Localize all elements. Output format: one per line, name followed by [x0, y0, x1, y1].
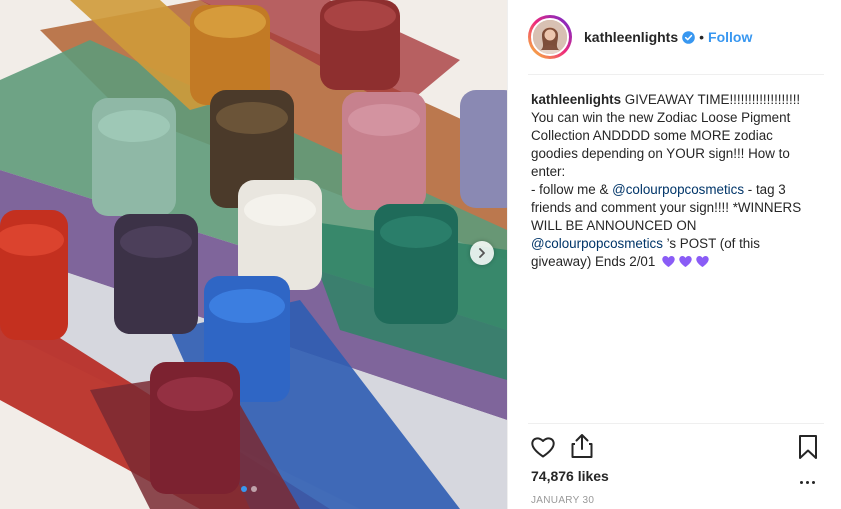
header-divider: [528, 74, 824, 75]
post-header: kathleenlights • Follow: [528, 12, 824, 62]
heart-outline-icon: [531, 437, 555, 458]
post-caption: kathleenlights GIVEAWAY TIME!!!!!!!!!!!!…: [531, 91, 821, 271]
caption-text-2: - follow me &: [531, 182, 613, 197]
more-dot: [799, 480, 803, 484]
actions-divider: [528, 423, 824, 424]
avatar-story-ring[interactable]: [528, 15, 572, 59]
carousel-indicator: [241, 486, 257, 492]
avatar-image: [533, 20, 567, 54]
more-dot: [811, 480, 815, 484]
purple-heart-icon: [696, 256, 709, 267]
post-image-art: [0, 0, 507, 509]
carousel-dot: [251, 486, 257, 492]
likes-count[interactable]: 74,876 likes: [531, 468, 609, 484]
avatar: [531, 18, 569, 56]
caption-paragraph: kathleenlights GIVEAWAY TIME!!!!!!!!!!!!…: [531, 91, 821, 271]
bookmark-icon: [799, 435, 817, 459]
post-date[interactable]: JANUARY 30: [531, 495, 594, 506]
share-button[interactable]: [570, 433, 594, 464]
save-button[interactable]: [798, 434, 818, 465]
verified-badge-icon: [682, 30, 695, 44]
mention-link-2[interactable]: @colourpopcosmetics: [531, 236, 663, 251]
follow-button[interactable]: Follow: [708, 29, 752, 45]
purple-hearts: [661, 255, 710, 268]
share-icon: [571, 434, 593, 458]
header-username[interactable]: kathleenlights: [584, 29, 678, 45]
header-separator: •: [699, 29, 705, 45]
post-image[interactable]: [0, 0, 507, 509]
mention-link[interactable]: @colourpopcosmetics: [612, 182, 744, 197]
more-options-icon[interactable]: [798, 473, 816, 491]
like-button[interactable]: [530, 435, 556, 464]
caption-username[interactable]: kathleenlights: [531, 92, 621, 107]
more-dot: [805, 480, 809, 484]
next-image-button[interactable]: [470, 241, 494, 265]
purple-heart-icon: [662, 256, 675, 267]
purple-heart-icon: [679, 256, 692, 267]
chevron-right-icon: [479, 248, 485, 258]
post-side-panel: kathleenlights • Follow kathleenlights G…: [507, 0, 841, 509]
carousel-dot-active: [241, 486, 247, 492]
